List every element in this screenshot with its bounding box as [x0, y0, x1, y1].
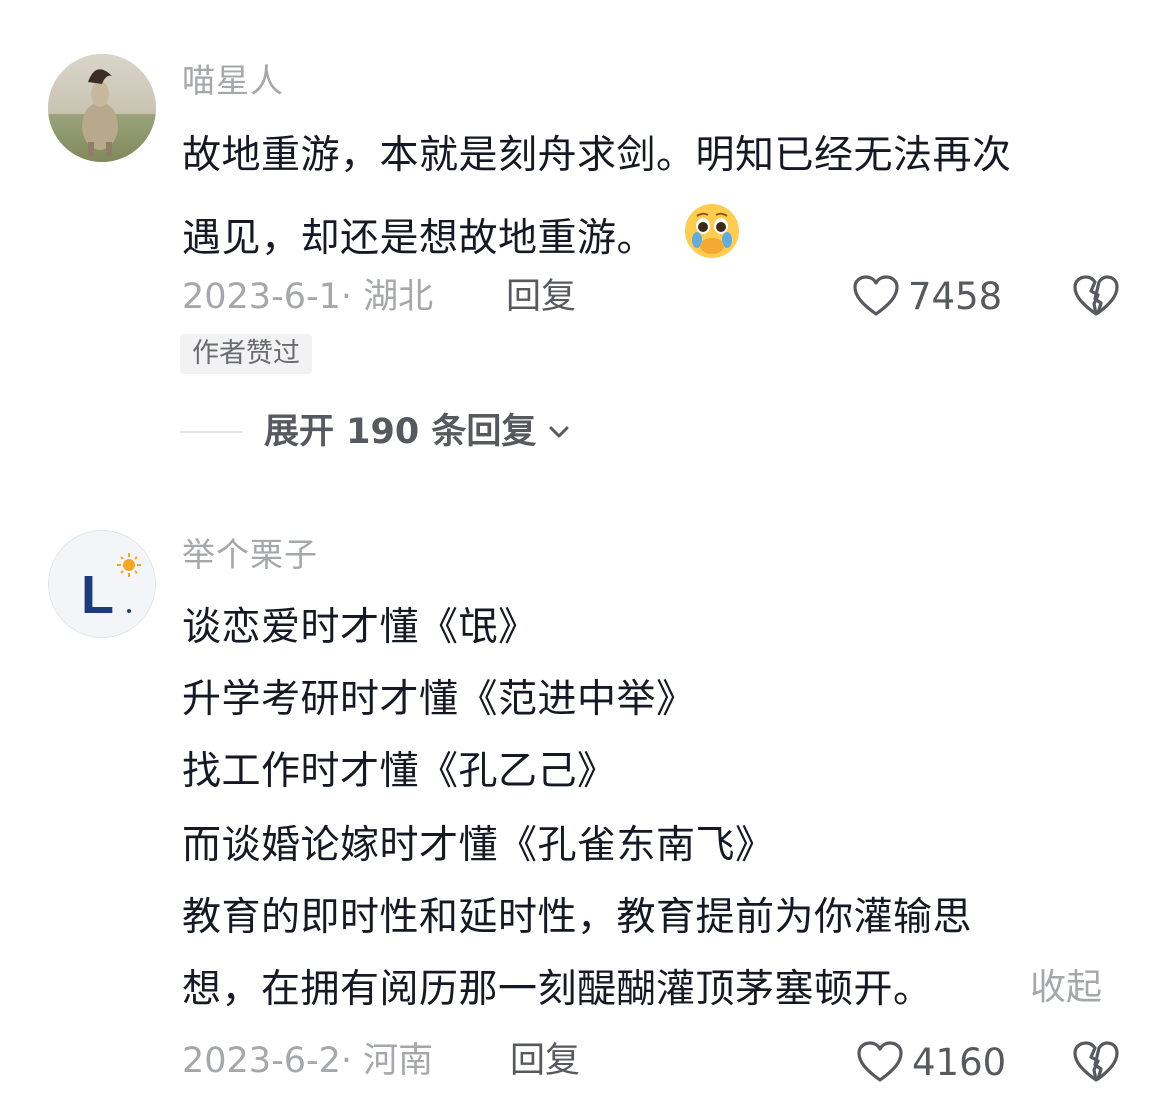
date-location: 2023-6-2· 河南 [182, 1041, 434, 1081]
collapse-button[interactable]: 收起 [1030, 970, 1102, 1006]
reply-button[interactable]: 回复 [506, 280, 576, 315]
username[interactable]: 举个栗子 [182, 538, 318, 571]
username[interactable]: 喵星人 [182, 64, 284, 97]
dislike-button[interactable] [1072, 1040, 1120, 1088]
broken-heart-icon [1073, 1041, 1119, 1082]
comment-text-line: 升学考研时才懂《范进中举》 [182, 677, 696, 722]
broken-heart-icon [1073, 275, 1119, 316]
divider-line [180, 431, 242, 433]
crying-emoji-icon [683, 202, 741, 267]
heart-outline-icon [857, 1041, 903, 1082]
dislike-button[interactable] [1072, 274, 1120, 322]
expand-replies[interactable]: 展开 190 条回复 [180, 410, 574, 454]
horse-avatar-image [48, 54, 156, 162]
expand-replies-label[interactable]: 展开 190 条回复 [264, 414, 536, 450]
comment-text-line: 故地重游，本就是刻舟求剑。明知已经无法再次 [182, 133, 1012, 178]
comment-text-line: 教育的即时性和延时性，教育提前为你灌输思 [182, 895, 973, 940]
like-count: 7458 [908, 274, 1003, 318]
reply-button[interactable]: 回复 [510, 1044, 580, 1079]
comment-text-line: 遇见，却还是想故地重游。 [182, 204, 741, 273]
date-location: 2023-6-1· 湖北 [182, 277, 434, 317]
like-button[interactable]: 7458 [852, 272, 1002, 320]
heart-outline-icon [853, 275, 899, 316]
chevron-down-icon[interactable] [544, 417, 574, 447]
avatar[interactable]: L [48, 530, 156, 638]
avatar[interactable] [48, 54, 156, 162]
comment-text-line: 找工作时才懂《孔乙己》 [182, 749, 617, 794]
avatar-letter: L [81, 565, 114, 625]
comment-text-line: 谈恋爱时才懂《氓》 [182, 605, 538, 650]
letter-l-avatar-image: L [49, 531, 155, 637]
like-count: 4160 [912, 1040, 1007, 1084]
comment-list: 喵星人 故地重游，本就是刻舟求剑。明知已经无法再次 遇见，却还是想故地重游。 2… [0, 0, 1169, 1095]
author-liked-badge: 作者赞过 [180, 334, 312, 374]
comment-text-segment: 遇见，却还是想故地重游。 [182, 216, 657, 261]
comment-text-line: 而谈婚论嫁时才懂《孔雀东南飞》 [182, 823, 775, 868]
comment-text-line: 想，在拥有阅历那一刻醍醐灌顶茅塞顿开。 [182, 967, 933, 1012]
like-button[interactable]: 4160 [856, 1038, 1006, 1086]
